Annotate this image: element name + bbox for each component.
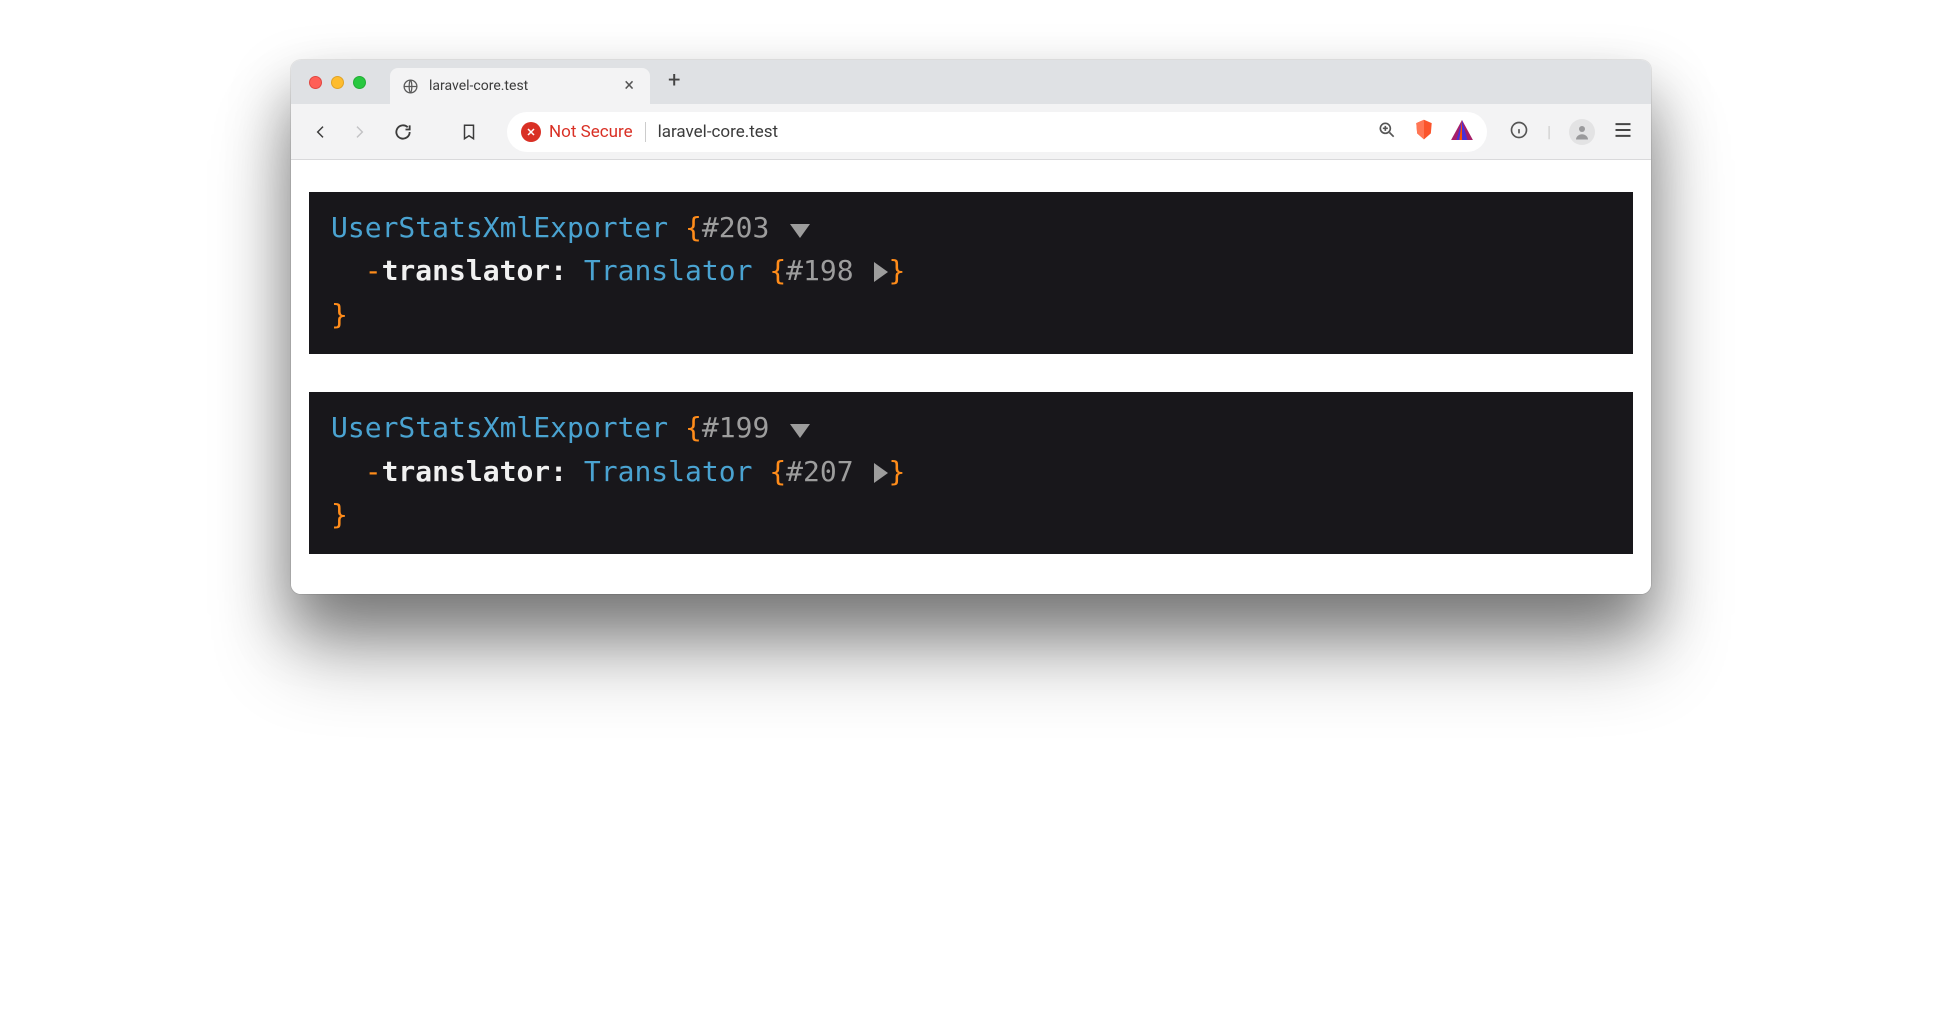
security-status-badge[interactable]: Not Secure xyxy=(521,122,646,142)
bookmark-button[interactable] xyxy=(457,120,481,144)
dump-property-object-id: #198 xyxy=(786,254,853,287)
forward-button[interactable] xyxy=(347,120,371,144)
browser-tab[interactable]: laravel-core.test × xyxy=(390,68,650,104)
window-minimize-button[interactable] xyxy=(331,76,344,89)
window-close-button[interactable] xyxy=(309,76,322,89)
dump-property-object-id: #207 xyxy=(786,455,853,488)
dump-object-id: #203 xyxy=(702,211,769,244)
profile-button[interactable] xyxy=(1569,119,1595,145)
tab-strip: laravel-core.test × + xyxy=(291,60,1651,104)
address-bar[interactable]: Not Secure laravel-core.test xyxy=(507,112,1487,152)
page-content: UserStatsXmlExporter {#203 -translator: … xyxy=(291,160,1651,594)
info-icon[interactable] xyxy=(1509,120,1529,144)
tab-title: laravel-core.test xyxy=(429,78,528,94)
dump-object-id: #199 xyxy=(702,411,769,444)
zoom-icon[interactable] xyxy=(1377,120,1397,144)
window-controls xyxy=(309,76,366,89)
menu-button[interactable] xyxy=(1613,121,1633,143)
caret-down-icon[interactable] xyxy=(790,224,810,238)
globe-icon xyxy=(402,78,419,95)
dump-property-type[interactable]: Translator xyxy=(584,455,753,488)
reload-button[interactable] xyxy=(391,120,415,144)
browser-window: laravel-core.test × + Not Secure laravel… xyxy=(291,60,1651,594)
toolbar-divider: | xyxy=(1547,122,1551,141)
var-dump-block: UserStatsXmlExporter {#199 -translator: … xyxy=(309,392,1633,554)
not-secure-icon xyxy=(521,122,541,142)
dump-property-name: translator xyxy=(382,254,551,287)
back-button[interactable] xyxy=(309,120,333,144)
dump-property-name: translator xyxy=(382,455,551,488)
caret-right-icon[interactable] xyxy=(874,262,888,282)
var-dump-block: UserStatsXmlExporter {#203 -translator: … xyxy=(309,192,1633,354)
dump-property-type[interactable]: Translator xyxy=(584,254,753,287)
new-tab-button[interactable]: + xyxy=(660,66,688,95)
brave-shields-icon[interactable] xyxy=(1413,118,1435,146)
caret-right-icon[interactable] xyxy=(874,463,888,483)
tab-close-button[interactable]: × xyxy=(620,75,638,97)
dump-class-name[interactable]: UserStatsXmlExporter xyxy=(331,411,668,444)
browser-toolbar: Not Secure laravel-core.test | xyxy=(291,104,1651,160)
url-text: laravel-core.test xyxy=(658,122,779,142)
brave-rewards-icon[interactable] xyxy=(1451,120,1473,144)
window-maximize-button[interactable] xyxy=(353,76,366,89)
security-status-text: Not Secure xyxy=(549,122,633,142)
dump-class-name[interactable]: UserStatsXmlExporter xyxy=(331,211,668,244)
caret-down-icon[interactable] xyxy=(790,424,810,438)
